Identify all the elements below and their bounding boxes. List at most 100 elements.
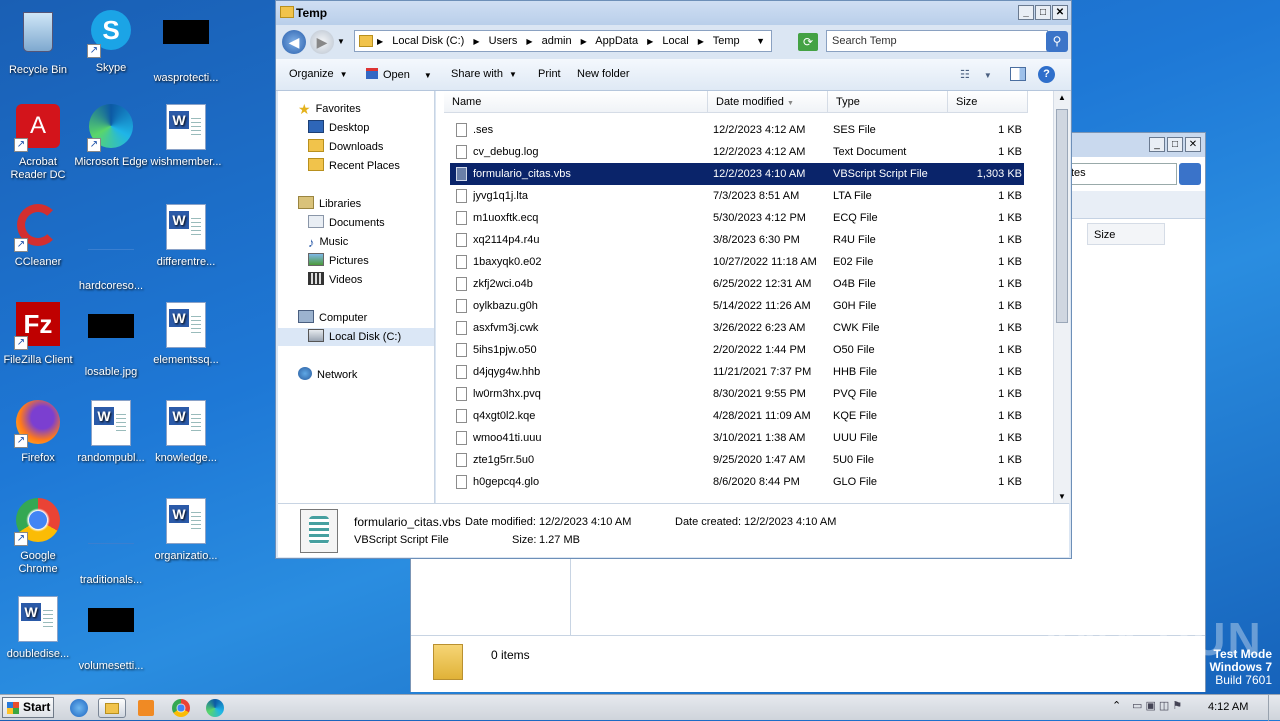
file-row[interactable]: wmoo41ti.uuu 3/10/2021 1:38 AM UUU File 1 K… [450, 427, 1024, 449]
preview-pane-icon[interactable] [1010, 67, 1026, 81]
file-row[interactable]: oylkbazu.g0h 5/14/2022 11:26 AM G0H File 1 … [450, 295, 1024, 317]
nav-videos[interactable]: Videos [308, 271, 362, 289]
breadcrumb-local[interactable]: Local [662, 35, 688, 47]
address-dropdown-icon[interactable]: ▼ [756, 31, 765, 51]
desktop-icon-acrobat[interactable]: A ↗ Acrobat Reader DC [0, 104, 76, 182]
desktop-icon-losable[interactable]: losable.jpg [73, 302, 149, 379]
file-row[interactable]: zkfj2wci.o4b 6/25/2022 12:31 AM O4B File 1 … [450, 273, 1024, 295]
file-row[interactable]: h0gepcq4.glo 8/6/2020 8:44 PM GLO File 1 KB [450, 471, 1024, 493]
nav-favorites[interactable]: ★ Favorites [298, 100, 361, 118]
desktop-icon-skype[interactable]: S ↗ Skype [73, 8, 149, 75]
nav-local-disk[interactable]: Local Disk (C:) [278, 328, 434, 346]
start-button[interactable]: Start [2, 697, 54, 718]
close-button[interactable]: ✕ [1052, 5, 1068, 20]
media-player-taskbar-icon[interactable] [138, 700, 154, 716]
desktop-icon-wasprotecti[interactable]: wasprotecti... [148, 8, 224, 85]
desktop-icon-hardcoreso[interactable]: hardcoreso... [73, 204, 149, 293]
file-row[interactable]: m1uoxftk.ecq 5/30/2023 4:12 PM ECQ File 1 K… [450, 207, 1024, 229]
breadcrumb-arrow-icon[interactable]: ▶ [581, 37, 587, 46]
new-folder-button[interactable]: New folder [577, 68, 630, 80]
nav-music[interactable]: ♪ Music [308, 233, 348, 251]
desktop-icon-chrome[interactable]: ↗ Google Chrome [0, 498, 76, 576]
back-minimize-button[interactable]: _ [1149, 137, 1165, 152]
file-row[interactable]: 1baxyqk0.e02 10/27/2022 11:18 AM E02 File 1… [450, 251, 1024, 273]
breadcrumb-appdata[interactable]: AppData [595, 35, 638, 47]
change-view-icon[interactable]: ☷ ▼ [960, 68, 992, 81]
tray-icons[interactable]: ▭ ▣ ◫ ⚑ [1132, 699, 1182, 712]
breadcrumb-arrow-icon[interactable]: ▶ [526, 37, 532, 46]
file-row[interactable]: 5ihs1pjw.o50 2/20/2022 1:44 PM O50 File 1 K… [450, 339, 1024, 361]
organize-button[interactable]: Organize ▼ [289, 68, 348, 80]
chrome-taskbar-icon[interactable] [172, 699, 190, 717]
desktop-icon-knowledge[interactable]: knowledge... [148, 400, 224, 465]
file-row[interactable]: q4xgt0l2.kqe 4/28/2021 11:09 AM KQE File 1 … [450, 405, 1024, 427]
breadcrumb-arrow-icon[interactable]: ▶ [377, 37, 383, 46]
column-date-modified[interactable]: Date modified ▼ [708, 91, 828, 113]
nav-recent-places[interactable]: Recent Places [308, 157, 400, 175]
desktop-icon-differentre[interactable]: differentre... [148, 204, 224, 269]
refresh-icon[interactable]: ⟳ [798, 33, 818, 51]
minimize-button[interactable]: _ [1018, 5, 1034, 20]
file-row[interactable]: xq2114p4.r4u 3/8/2023 6:30 PM R4U File 1 KB [450, 229, 1024, 251]
nav-desktop[interactable]: Desktop [308, 119, 369, 137]
open-button[interactable]: Open ▼ [366, 68, 432, 81]
back-column-size[interactable]: Size [1087, 223, 1165, 245]
desktop-icon-wishmember[interactable]: wishmember... [148, 104, 224, 169]
desktop-icon-edge[interactable]: ↗ Microsoft Edge [73, 104, 149, 169]
address-bar[interactable]: ▶ Local Disk (C:) ▶ Users ▶ admin ▶ AppD… [354, 30, 772, 52]
edge-taskbar-icon[interactable] [206, 699, 224, 717]
breadcrumb-arrow-icon[interactable]: ▶ [647, 37, 653, 46]
vertical-scrollbar[interactable]: ▲ ▼ [1053, 91, 1070, 503]
show-desktop-button[interactable] [1268, 695, 1280, 721]
file-row[interactable]: formulario_citas.vbs 12/2/2023 4:10 AM VBS… [450, 163, 1024, 185]
nav-downloads[interactable]: Downloads [308, 138, 383, 156]
share-with-button[interactable]: Share with ▼ [451, 68, 517, 80]
ie-taskbar-icon[interactable] [70, 699, 88, 717]
column-size[interactable]: Size [948, 91, 1028, 113]
window-titlebar[interactable]: Temp _ □ ✕ [276, 1, 1071, 25]
breadcrumb-admin[interactable]: admin [542, 35, 572, 47]
clock[interactable]: 4:12 AM [1208, 701, 1248, 713]
desktop-icon-doubledise[interactable]: doubledise... [0, 596, 76, 661]
nav-network[interactable]: Network [298, 366, 357, 384]
file-row[interactable]: cv_debug.log 12/2/2023 4:12 AM Text Docume… [450, 141, 1024, 163]
file-row[interactable]: d4jqyg4w.hhb 11/21/2021 7:37 PM HHB File 1 … [450, 361, 1024, 383]
tray-expand-icon[interactable]: ⌃ [1112, 699, 1121, 712]
desktop-icon-volumesetti[interactable]: volumesetti... [73, 596, 149, 673]
breadcrumb-temp[interactable]: Temp [713, 35, 740, 47]
search-icon[interactable]: ⚲ [1046, 31, 1068, 52]
nav-libraries[interactable]: Libraries [298, 195, 361, 213]
maximize-button[interactable]: □ [1035, 5, 1051, 20]
desktop-icon-firefox[interactable]: ↗ Firefox [0, 400, 76, 465]
back-button[interactable]: ◀ [282, 30, 306, 54]
explorer-taskbar-icon[interactable] [98, 698, 126, 718]
print-button[interactable]: Print [538, 68, 561, 80]
recent-pages-chevron-icon[interactable]: ▼ [337, 37, 345, 46]
breadcrumb-local-disk[interactable]: Local Disk (C:) [392, 35, 464, 47]
scrollbar-thumb[interactable] [1056, 109, 1068, 323]
desktop-icon-organizatio[interactable]: organizatio... [148, 498, 224, 563]
breadcrumb-arrow-icon[interactable]: ▶ [698, 37, 704, 46]
file-row[interactable]: .ses 12/2/2023 4:12 AM SES File 1 KB [450, 119, 1024, 141]
desktop-icon-randompubl[interactable]: randompubl... [73, 400, 149, 465]
forward-button[interactable]: ▶ [310, 30, 334, 54]
file-row[interactable]: asxfvm3j.cwk 3/26/2022 6:23 AM CWK File 1 K… [450, 317, 1024, 339]
back-maximize-button[interactable]: □ [1167, 137, 1183, 152]
desktop-icon-filezilla[interactable]: Fz ↗ FileZilla Client [0, 302, 76, 367]
search-input[interactable]: Search Temp [826, 30, 1048, 52]
breadcrumb-users[interactable]: Users [489, 35, 518, 47]
column-type[interactable]: Type [828, 91, 948, 113]
desktop-icon-traditionals[interactable]: traditionals... [73, 498, 149, 587]
help-icon[interactable]: ? [1038, 66, 1055, 83]
nav-pictures[interactable]: Pictures [308, 252, 369, 270]
file-row[interactable]: lw0rm3hx.pvq 8/30/2021 9:55 PM PVQ File 1 K… [450, 383, 1024, 405]
desktop-icon-elementssq[interactable]: elementssq... [148, 302, 224, 367]
scroll-down-icon[interactable]: ▼ [1058, 492, 1066, 501]
nav-documents[interactable]: Documents [308, 214, 385, 232]
nav-computer[interactable]: Computer [298, 309, 367, 327]
file-row[interactable]: zte1g5rr.5u0 9/25/2020 1:47 AM 5U0 File 1 K… [450, 449, 1024, 471]
column-name[interactable]: Name [444, 91, 708, 113]
back-close-button[interactable]: ✕ [1185, 137, 1201, 152]
explorer-window[interactable]: Temp _ □ ✕ ◀ ▶ ▼ ▶ Local Disk (C:) ▶ Use… [275, 0, 1072, 559]
scroll-up-icon[interactable]: ▲ [1058, 93, 1066, 102]
